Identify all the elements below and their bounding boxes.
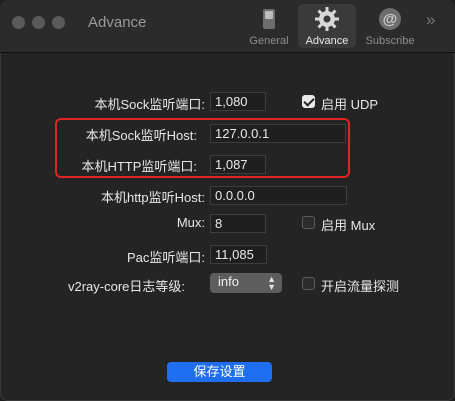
zoom-window-button[interactable]	[52, 16, 65, 29]
at-icon: @	[379, 8, 401, 30]
preferences-window: Advance General Advance @ Subscribe » 本机…	[0, 0, 455, 401]
gear-icon	[315, 7, 339, 31]
sock-host-field[interactable]: 127.0.0.1	[210, 124, 346, 143]
log-level-label: v2ray-core日志等级:	[67, 279, 185, 294]
http-host-field[interactable]: 0.0.0.0	[210, 186, 347, 205]
toolbar-overflow-icon[interactable]: »	[426, 10, 435, 30]
pac-port-field[interactable]: 11,085	[210, 245, 267, 264]
sniffing-checkbox-label: 开启流量探测	[321, 279, 400, 294]
mux-checkbox-label: 启用 Mux	[321, 218, 376, 233]
tab-subscribe-label: Subscribe	[365, 35, 415, 47]
minimize-window-button[interactable]	[32, 16, 45, 29]
http-port-field[interactable]: 1,087	[210, 155, 266, 174]
tab-advance[interactable]: Advance	[298, 4, 356, 48]
mux-checkbox[interactable]	[302, 216, 315, 229]
udp-checkbox-label: 启用 UDP	[321, 97, 379, 112]
mux-label: Mux:	[176, 215, 205, 230]
svg-text:@: @	[383, 11, 398, 28]
stepper-arrows-icon: ▲ ▼	[267, 274, 276, 292]
sock-port-label: 本机Sock监听端口:	[94, 97, 205, 112]
sock-host-label: 本机Sock监听Host:	[85, 128, 197, 143]
pac-port-label: Pac监听端口:	[126, 250, 205, 265]
save-settings-button[interactable]: 保存设置	[167, 362, 272, 382]
log-level-select[interactable]: info ▲ ▼	[210, 273, 282, 293]
udp-checkbox[interactable]	[302, 95, 315, 108]
sock-port-field[interactable]: 1,080	[210, 92, 266, 111]
tab-advance-label: Advance	[305, 35, 349, 47]
tab-general[interactable]: General	[240, 4, 298, 48]
sniffing-checkbox[interactable]	[302, 277, 315, 290]
tab-general-label: General	[249, 35, 289, 47]
window-title: Advance	[88, 14, 147, 31]
titlebar: Advance General Advance @ Subscribe »	[0, 0, 455, 53]
http-port-label: 本机HTTP监听端口:	[81, 159, 197, 174]
tab-subscribe[interactable]: @ Subscribe	[361, 4, 419, 48]
close-window-button[interactable]	[12, 16, 25, 29]
switch-icon	[263, 9, 275, 29]
mux-field[interactable]: 8	[210, 214, 266, 233]
log-level-value: info	[218, 274, 239, 289]
http-host-label: 本机http监听Host:	[100, 190, 205, 205]
